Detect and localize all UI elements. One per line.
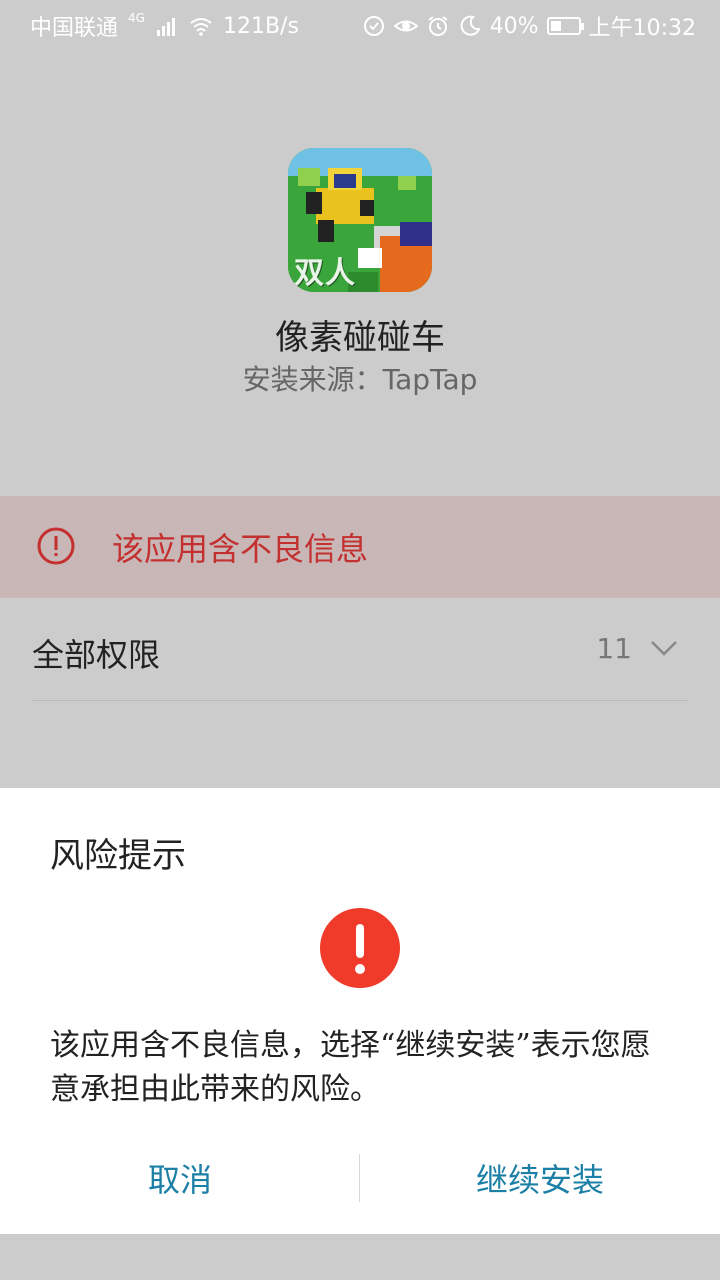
cancel-button[interactable]: 取消	[0, 1150, 360, 1210]
data-saver-icon	[363, 16, 384, 36]
bad-content-warning-banner: 该应用含不良信息	[0, 496, 720, 598]
install-screen: 中国联通 4G 121B/s 40% 上午10:32 双人 像素碰碰车 安装来源…	[0, 0, 720, 1280]
chevron-down-icon[interactable]	[650, 638, 678, 658]
continue-install-button[interactable]: 继续安装	[360, 1150, 720, 1210]
status-left: 中国联通 4G 121B/s	[30, 10, 299, 42]
alert-exclamation-icon	[320, 908, 400, 988]
wifi-icon	[190, 18, 212, 36]
dialog-actions: 取消 继续安装	[0, 1150, 720, 1210]
eye-comfort-icon	[393, 20, 418, 32]
install-source: 安装来源：TapTap	[242, 363, 478, 396]
app-name: 像素碰碰车	[275, 318, 445, 358]
permissions-label: 全部权限	[32, 636, 161, 674]
app-icon: 双人	[288, 148, 432, 292]
carrier-label: 中国联通	[30, 16, 119, 41]
alarm-icon	[428, 16, 448, 36]
risk-dialog: 风险提示 该应用含不良信息，选择“继续安装”表示您愿意承担由此带来的风险。 取消…	[0, 788, 720, 1234]
warning-text: 该应用含不良信息	[112, 530, 369, 568]
network-speed-label: 121B/s	[222, 13, 299, 39]
dialog-title: 风险提示	[50, 836, 186, 876]
signal-icon	[156, 18, 175, 36]
battery-fill	[550, 21, 561, 31]
app-icon-overlay-text: 双人	[294, 256, 356, 291]
battery-percent-label: 40%	[489, 13, 539, 39]
permissions-count: 11	[596, 632, 632, 665]
battery-icon	[546, 17, 584, 35]
dialog-message: 该应用含不良信息，选择“继续安装”表示您愿意承担由此带来的风险。	[50, 1028, 651, 1107]
all-permissions-row[interactable]: 全部权限 11	[32, 600, 688, 701]
do-not-disturb-moon-icon	[460, 15, 481, 36]
status-right: 40% 上午10:32	[362, 10, 696, 42]
status-bar: 中国联通 4G 121B/s 40% 上午10:32	[0, 0, 720, 48]
network-type-label: 4G	[128, 11, 145, 25]
exclamation-circle-icon	[37, 527, 75, 565]
clock-label: 上午10:32	[588, 16, 696, 41]
